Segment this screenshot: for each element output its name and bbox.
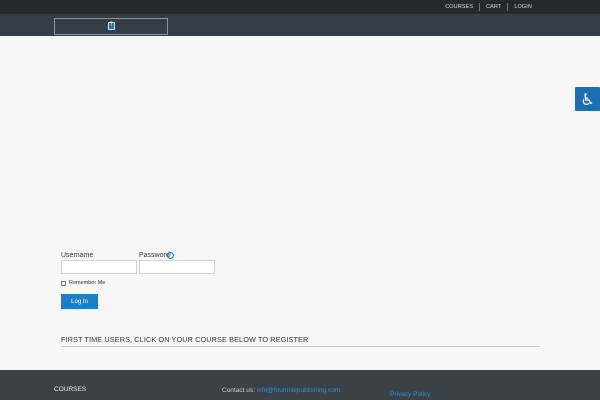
remember-me-label[interactable]: Remember Me <box>69 280 105 286</box>
username-label: Username <box>61 252 94 259</box>
footer-courses-heading: COURSES <box>54 386 87 393</box>
log-in-button[interactable]: Log In <box>61 294 98 309</box>
nav-login-link[interactable]: LOGIN <box>508 4 538 10</box>
accessibility-button[interactable]: ♿ <box>575 87 600 111</box>
password-help-icon[interactable]: ? <box>167 252 174 259</box>
contact-label: Contact us: <box>222 387 255 394</box>
site-footer <box>0 370 600 400</box>
section-divider <box>61 346 540 347</box>
top-nav: COURSES CART LOGIN <box>439 0 538 14</box>
broken-image-icon <box>108 21 115 30</box>
username-input[interactable] <box>61 260 137 274</box>
contact-email-link[interactable]: info@fourmilepublishing.com <box>257 387 341 394</box>
nav-cart-link[interactable]: CART <box>480 4 507 10</box>
footer-contact: Contact us: info@fourmilepublishing.com <box>222 387 340 394</box>
top-bar: COURSES CART LOGIN <box>0 0 600 14</box>
remember-me-checkbox[interactable] <box>61 281 66 286</box>
password-label: Password <box>139 252 170 259</box>
nav-courses-link[interactable]: COURSES <box>439 4 479 10</box>
site-logo[interactable] <box>54 18 168 35</box>
register-heading: FIRST TIME USERS, CLICK ON YOUR COURSE B… <box>61 335 309 344</box>
password-input[interactable] <box>139 260 215 274</box>
privacy-policy-link[interactable]: Privacy Policy <box>390 391 430 398</box>
wheelchair-icon: ♿ <box>580 89 595 109</box>
